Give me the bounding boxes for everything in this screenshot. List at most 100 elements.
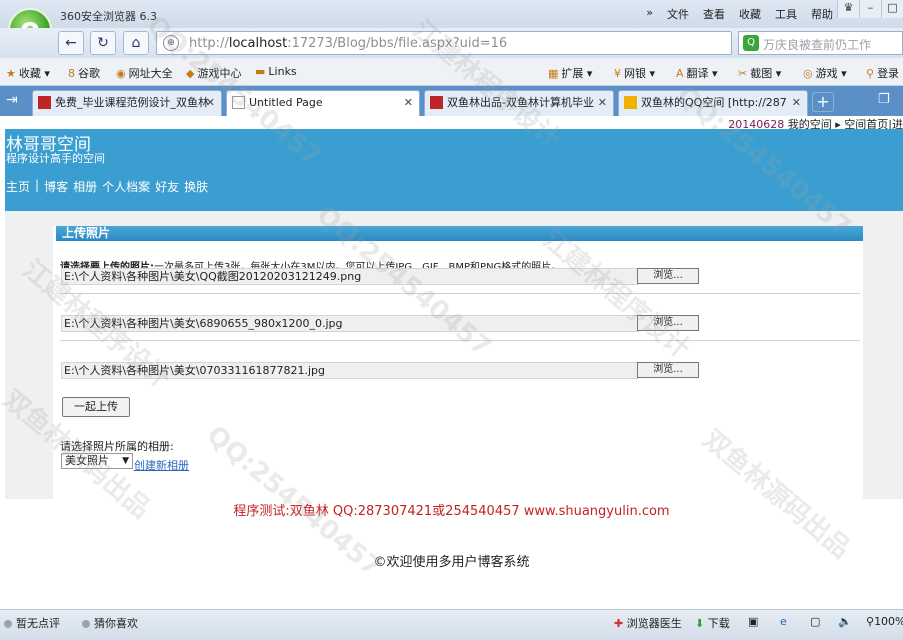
app-title: 360安全浏览器 6.3 <box>60 10 157 23</box>
google-icon: 8 <box>68 67 75 80</box>
tab-close-icon[interactable]: ✕ <box>792 91 801 115</box>
menu-favorites[interactable]: 收藏 <box>739 6 761 22</box>
site-subtitle: 程序设计高手的空间 <box>6 152 105 165</box>
tab-close-icon[interactable]: ✕ <box>404 91 413 115</box>
tab-3[interactable]: 双鱼林出品-双鱼林计算机毕业 ✕ <box>424 90 614 116</box>
gamepad-icon: ◆ <box>186 67 195 80</box>
translate-icon: A <box>676 67 684 80</box>
browse-button-3[interactable]: 浏览... <box>637 362 699 378</box>
divider <box>60 293 860 294</box>
controller-icon: ◎ <box>803 67 813 80</box>
file-input-1[interactable]: E:\个人资料\各种图片\美女\QQ截图20120203121249.png <box>61 268 639 285</box>
browser-doctor[interactable]: ✚ 浏览器医生 <box>614 615 682 631</box>
tab-list-icon[interactable]: ❐ <box>878 92 890 107</box>
maximize-button[interactable]: □ <box>881 0 903 18</box>
globe-icon: ◉ <box>116 67 126 80</box>
browse-button-1[interactable]: 浏览... <box>637 268 699 284</box>
sidebar-toggle-icon[interactable]: ⇥ <box>6 92 18 108</box>
window-icon[interactable]: ▢ <box>810 615 820 628</box>
nav-album[interactable]: 相册 <box>73 178 97 195</box>
fav-sites[interactable]: ◉ 网址大全 <box>116 65 173 81</box>
footer-credit: 程序测试:双鱼林 QQ:287307421或254540457 www.shua… <box>233 504 670 519</box>
upload-form: 上传照片 请选择要上传的照片:一次最多可上传3张，每张大小在3M以内。您可以上传… <box>53 226 863 501</box>
nav-blog[interactable]: 博客 <box>44 178 68 195</box>
title-bar: 360安全浏览器 6.3 » 文件 查看 收藏 工具 帮助 ♛ – □ <box>0 0 903 28</box>
search-box[interactable]: Q 万庆良被查前仍工作 <box>738 31 903 55</box>
menu-view[interactable]: 查看 <box>703 6 725 22</box>
skin-icon[interactable]: ♛ <box>837 0 859 18</box>
plus-icon: ✚ <box>614 617 624 630</box>
comment-icon <box>4 620 12 628</box>
status-recommend[interactable]: 猜你喜欢 <box>82 615 138 631</box>
tool-bank[interactable]: ¥ 网银 ▾ <box>614 65 655 81</box>
download-button[interactable]: ⬇ 下载 <box>695 615 730 631</box>
navigation-bar: ← ↻ ⌂ ⊕ http://localhost:17273/Blog/bbs/… <box>0 28 903 58</box>
nav-skin[interactable]: 换肤 <box>184 178 208 195</box>
nav-home[interactable]: 主页 <box>6 178 30 195</box>
nav-profile[interactable]: 个人档案 <box>102 178 150 195</box>
file-input-2[interactable]: E:\个人资料\各种图片\美女\6890655_980x1200_0.jpg <box>61 315 639 332</box>
create-album-link[interactable]: 创建新相册 <box>134 457 189 473</box>
site-banner: 林哥哥空间 程序设计高手的空间 主页 | 博客 相册 个人档案 好友 换肤 <box>5 129 903 211</box>
tab-2[interactable]: Untitled Page ✕ <box>226 90 420 116</box>
search-icon[interactable]: Q <box>743 35 759 51</box>
window-controls: ♛ – □ <box>837 0 903 18</box>
fav-google[interactable]: 8 谷歌 <box>68 65 100 81</box>
menu-file[interactable]: 文件 <box>667 6 689 22</box>
zoom-control[interactable]: ⚲100% <box>866 615 903 628</box>
album-select[interactable]: 美女照片 ▼ <box>61 453 133 469</box>
new-tab-button[interactable]: + <box>812 92 834 112</box>
tool-translate[interactable]: A 翻译 ▾ <box>676 65 718 81</box>
menu-more[interactable]: » <box>646 6 653 22</box>
fav-games[interactable]: ◆ 游戏中心 <box>186 65 241 81</box>
menu-help[interactable]: 帮助 <box>811 6 833 22</box>
file-input-3[interactable]: E:\个人资料\各种图片\美女\070331161877821.jpg <box>61 362 639 379</box>
minimize-button[interactable]: – <box>859 0 881 18</box>
address-bar[interactable]: ⊕ http://localhost:17273/Blog/bbs/file.a… <box>156 31 732 55</box>
ie-icon[interactable]: e <box>780 615 787 628</box>
url-text[interactable]: http://localhost:17273/Blog/bbs/file.asp… <box>189 36 507 51</box>
back-button[interactable]: ← <box>58 31 84 55</box>
album-label: 请选择照片所属的相册: <box>60 440 174 453</box>
scissors-icon: ✂ <box>738 67 748 80</box>
menu-bar: » 文件 查看 收藏 工具 帮助 <box>646 6 833 22</box>
pip-icon[interactable]: ▣ <box>748 615 758 628</box>
tab-close-icon[interactable]: ✕ <box>206 91 215 115</box>
tool-games[interactable]: ◎ 游戏 ▾ <box>803 65 847 81</box>
tool-extend[interactable]: ▦ 扩展 ▾ <box>548 65 592 81</box>
content-panel: 上传照片 请选择要上传的照片:一次最多可上传3张，每张大小在3M以内。您可以上传… <box>5 211 903 501</box>
tool-screenshot[interactable]: ✂ 截图 ▾ <box>738 65 781 81</box>
browse-button-2[interactable]: 浏览... <box>637 315 699 331</box>
like-icon <box>82 620 90 628</box>
tab-4[interactable]: 双鱼林的QQ空间 [http://287 ✕ <box>618 90 808 116</box>
home-button[interactable]: ⌂ <box>123 31 149 55</box>
refresh-button[interactable]: ↻ <box>90 31 116 55</box>
footer-copyright: ©欢迎使用多用户博客系统 <box>373 555 530 570</box>
menu-tools[interactable]: 工具 <box>775 6 797 22</box>
volume-icon[interactable]: 🔈 <box>838 615 852 628</box>
tab-bar: ⇥ 免费_毕业课程范例设计_双鱼林 ✕ Untitled Page ✕ 双鱼林出… <box>0 86 903 116</box>
status-rating[interactable]: 暂无点评 <box>4 615 60 631</box>
login-icon: ⚲ <box>866 67 875 80</box>
zoom-icon: ⚲ <box>866 615 875 628</box>
divider <box>60 340 860 341</box>
tab-favicon-icon <box>38 96 51 109</box>
fav-collect[interactable]: ★ 收藏 ▾ <box>6 65 50 81</box>
tab-1[interactable]: 免费_毕业课程范例设计_双鱼林 ✕ <box>32 90 222 116</box>
tool-login[interactable]: ⚲ 登录 <box>866 65 899 81</box>
star-icon: ★ <box>6 67 16 80</box>
folder-icon: ▬ <box>255 65 266 78</box>
tab-close-icon[interactable]: ✕ <box>598 91 607 115</box>
money-icon: ¥ <box>614 67 621 80</box>
security-shield-icon: ⊕ <box>163 35 179 51</box>
favorites-bar: ★ 收藏 ▾ 8 谷歌 ◉ 网址大全 ◆ 游戏中心 ▬ Links ▦ 扩展 ▾ ¥ 网银 ▾… <box>0 58 903 86</box>
page-icon <box>232 96 245 109</box>
page-content: 20140628 我的空间 ▸ 空间首页|进 林哥哥空间 程序设计高手的空间 主… <box>0 116 903 609</box>
dropdown-arrow-icon: ▼ <box>122 456 129 466</box>
search-input[interactable]: 万庆良被查前仍工作 <box>763 36 871 53</box>
grid-icon: ▦ <box>548 67 559 80</box>
nav-friends[interactable]: 好友 <box>155 178 179 195</box>
site-nav: 主页 | 博客 相册 个人档案 好友 换肤 <box>6 178 209 195</box>
upload-all-button[interactable]: 一起上传 <box>62 397 130 417</box>
fav-links[interactable]: ▬ Links <box>255 65 297 78</box>
